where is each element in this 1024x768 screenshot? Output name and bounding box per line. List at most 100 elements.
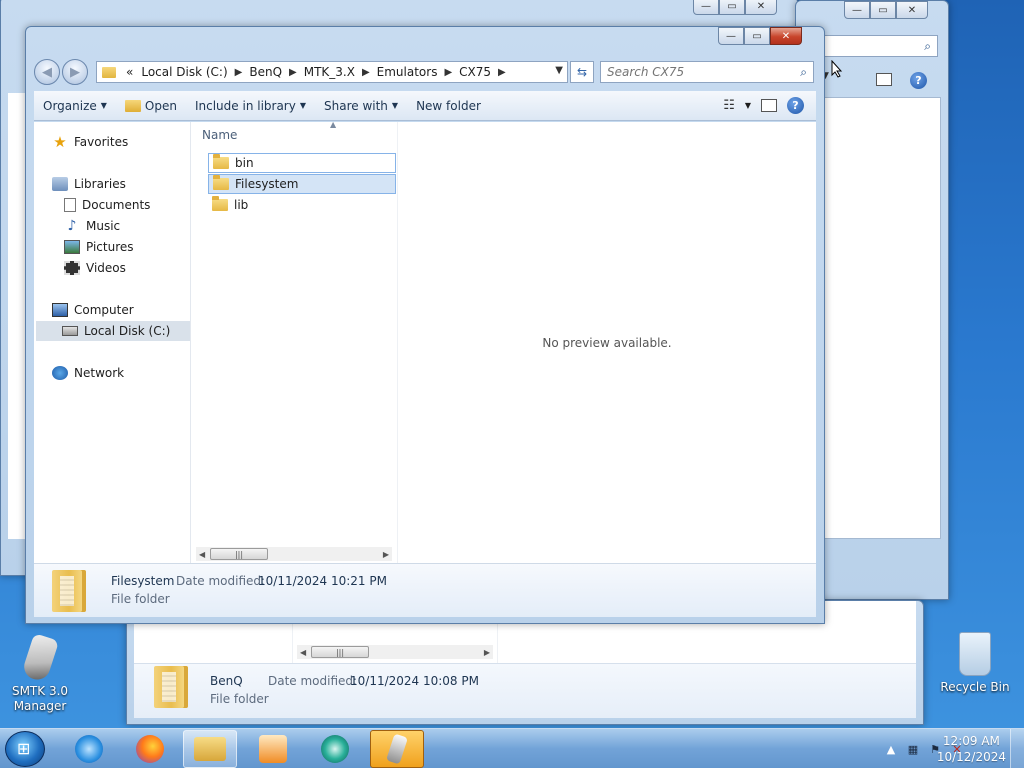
chevron-right-icon[interactable]: ▶ — [232, 67, 246, 78]
command-bar: Organize ▼ Open Include in library ▼ Sha… — [34, 91, 816, 121]
address-bar[interactable]: « Local Disk (C:) ▶ BenQ ▶ MTK_3.X ▶ Emu… — [96, 61, 568, 83]
taskbar-windows-explorer[interactable] — [183, 730, 237, 768]
new-folder-button[interactable]: New folder — [407, 99, 490, 113]
nav-label-pictures: Pictures — [86, 240, 134, 254]
desktop-icon-recycle-bin[interactable]: Recycle Bin — [935, 632, 1015, 695]
address-dropdown-icon[interactable]: ▼ — [555, 65, 563, 76]
nav-item-music[interactable]: ♪ Music — [64, 216, 121, 236]
title-bar[interactable]: — ▭ ✕ — [26, 27, 824, 57]
phone-icon — [386, 733, 408, 765]
chevron-right-icon[interactable]: ▶ — [286, 67, 300, 78]
include-in-library-button[interactable]: Include in library ▼ — [186, 99, 315, 113]
chevron-right-icon[interactable]: ▶ — [359, 67, 373, 78]
scroll-right-arrow[interactable]: ▶ — [484, 648, 490, 657]
maximize-button[interactable]: ▭ — [744, 27, 770, 45]
background-details-pane: BenQ Date modified: 10/11/2024 10:08 PM … — [134, 663, 916, 718]
organize-button[interactable]: Organize ▼ — [34, 99, 116, 113]
nav-item-network[interactable]: Network — [52, 363, 124, 383]
view-dropdown-icon[interactable]: ▼ — [745, 101, 751, 110]
start-button[interactable] — [5, 731, 45, 767]
taskbar: ▲ ▦ ⚑ ✕ 12:09 AM 10/12/2024 — [0, 728, 1024, 768]
column-header-name[interactable]: Name — [202, 128, 237, 142]
breadcrumb-emulators[interactable]: Emulators — [373, 65, 442, 79]
refresh-button[interactable]: ⇆ — [570, 61, 594, 83]
search-icon: ⌕ — [924, 39, 931, 53]
breadcrumb-mtk[interactable]: MTK_3.X — [300, 65, 359, 79]
explorer-window[interactable]: — ▭ ✕ ◀ ▶ « Local Disk (C:) ▶ BenQ ▶ MTK… — [25, 26, 825, 624]
close-button[interactable]: ✕ — [896, 1, 928, 19]
help-icon[interactable]: ? — [910, 72, 927, 89]
nav-item-local-disk[interactable]: Local Disk (C:) — [36, 321, 190, 341]
taskbar-smtk-manager[interactable] — [370, 730, 424, 768]
folder-icon — [194, 737, 226, 761]
search-input[interactable] — [601, 65, 791, 79]
nav-label-local-disk: Local Disk (C:) — [84, 324, 171, 338]
horizontal-scrollbar[interactable]: ◀ ||| ▶ — [297, 645, 493, 659]
clock[interactable]: 12:09 AM 10/12/2024 — [937, 733, 1006, 765]
preview-pane-icon[interactable] — [761, 99, 777, 112]
chevron-right-icon[interactable]: ▶ — [495, 67, 509, 78]
breadcrumb-local-disk[interactable]: Local Disk (C:) — [137, 65, 231, 79]
minimize-button[interactable]: — — [693, 0, 719, 15]
file-row[interactable]: bin — [208, 153, 396, 173]
background-caption-buttons: — ▭ ✕ — [693, 0, 777, 15]
nav-item-favorites[interactable]: ★ Favorites — [52, 132, 128, 152]
close-button[interactable]: ✕ — [745, 0, 777, 15]
view-options-icon[interactable]: ☷ — [723, 98, 735, 113]
taskbar-media-player[interactable] — [246, 730, 300, 768]
show-desktop-button[interactable] — [1010, 729, 1024, 768]
horizontal-scrollbar[interactable]: ◀ ||| ▶ — [196, 547, 392, 561]
nav-item-computer[interactable]: Computer — [52, 300, 134, 320]
breadcrumb: « Local Disk (C:) ▶ BenQ ▶ MTK_3.X ▶ Emu… — [122, 65, 509, 79]
taskbar-firefox[interactable] — [123, 730, 177, 768]
forward-button[interactable]: ▶ — [62, 59, 88, 85]
maximize-button[interactable]: ▭ — [719, 0, 745, 15]
nav-item-documents[interactable]: Documents — [64, 195, 150, 215]
share-with-button[interactable]: Share with ▼ — [315, 99, 407, 113]
show-hidden-icons[interactable]: ▲ — [884, 742, 898, 756]
network-icon[interactable]: ▦ — [906, 742, 920, 756]
folder-icon — [213, 175, 229, 190]
scroll-left-arrow[interactable]: ◀ — [300, 648, 306, 657]
maximize-button[interactable]: ▭ — [870, 1, 896, 19]
search-box[interactable]: ⌕ — [600, 61, 814, 83]
network-icon — [52, 366, 68, 380]
music-icon: ♪ — [67, 218, 77, 234]
scroll-right-arrow[interactable]: ▶ — [383, 550, 389, 559]
minimize-button[interactable]: — — [718, 27, 744, 45]
disk-icon — [62, 326, 78, 336]
breadcrumb-overflow[interactable]: « — [122, 65, 137, 79]
scroll-thumb[interactable]: ||| — [210, 548, 268, 560]
app-icon — [321, 735, 349, 763]
taskbar-internet-explorer[interactable] — [62, 730, 116, 768]
navigation-pane: ★ Favorites Libraries Documents ♪ Music … — [34, 122, 191, 563]
internet-explorer-icon — [75, 735, 103, 763]
scroll-left-arrow[interactable]: ◀ — [199, 550, 205, 559]
search-icon[interactable]: ⌕ — [800, 65, 807, 80]
scroll-thumb[interactable]: ||| — [311, 646, 369, 658]
desktop-icon-label: Manager — [13, 699, 67, 713]
recycle-bin-icon — [959, 632, 991, 676]
nav-item-videos[interactable]: Videos — [64, 258, 126, 278]
taskbar-green-app[interactable] — [308, 730, 362, 768]
file-row[interactable]: Filesystem — [208, 174, 396, 194]
chevron-right-icon[interactable]: ▶ — [441, 67, 455, 78]
minimize-button[interactable]: — — [844, 1, 870, 19]
breadcrumb-cx75[interactable]: CX75 — [455, 65, 495, 79]
file-row[interactable]: lib — [208, 195, 396, 215]
folder-icon — [102, 66, 116, 78]
help-icon[interactable]: ? — [787, 97, 804, 114]
preview-pane-icon[interactable] — [876, 73, 892, 86]
open-button[interactable]: Open — [116, 99, 186, 113]
breadcrumb-benq[interactable]: BenQ — [245, 65, 286, 79]
folder-icon — [52, 570, 86, 612]
sort-ascending-icon: ▲ — [330, 120, 337, 129]
back-button[interactable]: ◀ — [34, 59, 60, 85]
desktop-icon-smtk[interactable]: SMTK 3.0 Manager — [0, 633, 80, 714]
nav-label-music: Music — [86, 219, 121, 233]
details-type: File folder — [111, 592, 170, 606]
nav-item-libraries[interactable]: Libraries — [52, 174, 126, 194]
nav-item-pictures[interactable]: Pictures — [64, 237, 134, 257]
close-button[interactable]: ✕ — [770, 27, 802, 45]
details-name: Filesystem — [111, 574, 175, 588]
